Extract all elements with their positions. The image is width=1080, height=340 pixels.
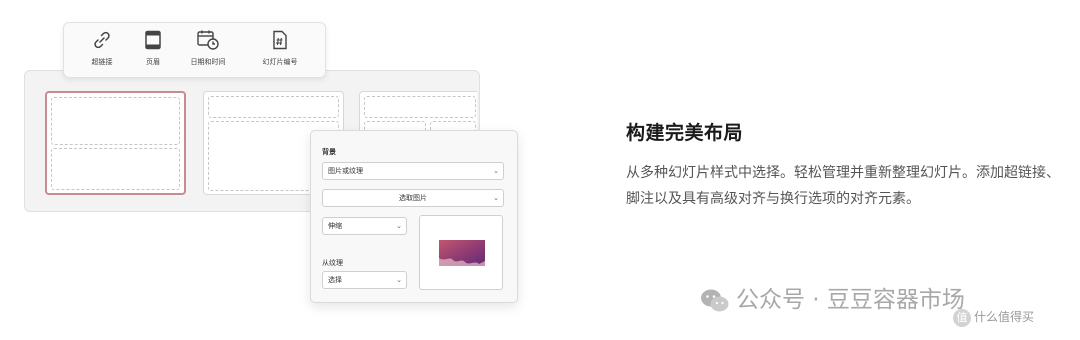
- slide-number-button[interactable]: 幻灯片编号: [255, 29, 305, 67]
- title-placeholder: [364, 96, 476, 118]
- slide-layout-selected[interactable]: [45, 91, 186, 195]
- watermark-text: 公众号 · 豆豆容器市场: [736, 287, 965, 313]
- stretch-value: 伸缩: [328, 222, 342, 230]
- date-time-button[interactable]: 日期和时间: [181, 29, 235, 67]
- preview-image: [439, 240, 485, 266]
- chevron-down-icon: ⌄: [396, 276, 402, 284]
- title-placeholder: [208, 96, 339, 118]
- chevron-down-icon: ⌄: [396, 222, 402, 230]
- smzdm-watermark: 值什么值得买: [953, 308, 1034, 327]
- panel-title: 背景: [322, 148, 336, 156]
- smzdm-icon: 值: [953, 308, 971, 327]
- smzdm-text: 什么值得买: [974, 310, 1035, 324]
- pick-image-button[interactable]: 选取图片 ⌄: [322, 189, 504, 207]
- fill-type-dropdown[interactable]: 图片或纹理 ⌄: [322, 162, 504, 180]
- feature-heading: 构建完美布局: [626, 122, 744, 144]
- hyperlink-button[interactable]: 超链接: [82, 29, 122, 67]
- texture-dropdown[interactable]: 选择 ⌄: [322, 271, 407, 289]
- calendar-clock-icon: [197, 30, 219, 50]
- stretch-dropdown[interactable]: 伸缩 ⌄: [322, 217, 407, 235]
- header-button[interactable]: 页眉: [135, 29, 171, 67]
- link-icon: [94, 31, 110, 49]
- texture-label: 从纹理: [322, 259, 343, 267]
- pick-image-label: 选取图片: [399, 194, 427, 202]
- header-label: 页眉: [146, 58, 160, 66]
- wechat-watermark: 公众号 · 豆豆容器市场: [700, 280, 965, 314]
- slide-number-label: 幻灯片编号: [262, 58, 298, 66]
- slide-number-icon: [273, 30, 287, 50]
- date-time-label: 日期和时间: [190, 58, 226, 66]
- content-placeholder: [51, 148, 180, 190]
- feature-description: 从多种幻灯片样式中选择。轻松管理并重新整理幻灯片。添加超链接、脚注以及具有高级对…: [626, 165, 1060, 207]
- chevron-down-icon: ⌄: [493, 194, 499, 202]
- header-icon: [145, 30, 161, 50]
- chevron-down-icon: ⌄: [493, 167, 499, 175]
- texture-value: 选择: [328, 276, 342, 284]
- insert-toolbar: 超链接 页眉 日期和时间 幻灯片编号: [63, 22, 326, 78]
- fill-type-value: 图片或纹理: [328, 167, 363, 175]
- hyperlink-label: 超链接: [91, 58, 113, 66]
- background-preview: [419, 215, 503, 290]
- wechat-icon: [701, 289, 729, 311]
- title-placeholder: [51, 97, 180, 145]
